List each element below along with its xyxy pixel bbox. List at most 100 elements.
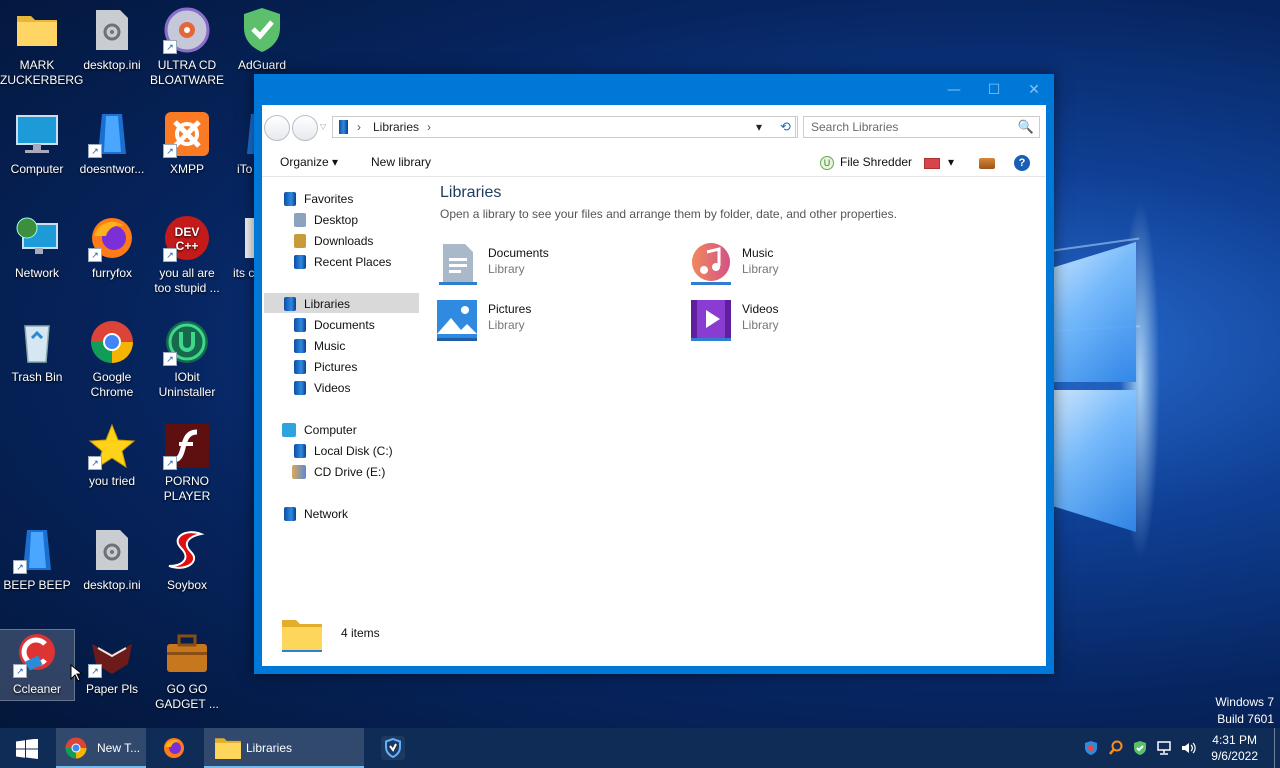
desktop-icon-google-chrome[interactable]: Google Chrome — [75, 318, 149, 400]
desktop-icon-soybox[interactable]: Soybox — [150, 526, 224, 593]
taskbar-chrome[interactable]: New T... — [56, 728, 146, 768]
nav-item-libraries[interactable]: Libraries — [284, 294, 350, 314]
recent-pages-dropdown-icon[interactable]: ▽ — [320, 122, 326, 131]
preview-pane-icon[interactable] — [979, 158, 995, 169]
explorer-window[interactable]: — ☐ ✕ ▽ › Libraries › ▾ ⟲ Search Librari… — [254, 74, 1054, 674]
new-library-button[interactable]: New library — [371, 155, 431, 169]
address-dropdown-icon[interactable]: ▾ — [756, 120, 762, 134]
desktop-icon-beep-beep[interactable]: ↗ BEEP BEEP — [0, 526, 74, 593]
desktop-icon-porno-player[interactable]: ↗ PORNO PLAYER — [150, 422, 224, 504]
tray-search-icon[interactable] — [1108, 728, 1126, 768]
desktop-icon-trash-bin[interactable]: Trash Bin — [0, 318, 74, 385]
desktop-icon-network[interactable]: Network — [0, 214, 74, 281]
taskbar-firefox[interactable] — [152, 728, 198, 768]
desktop-icon-xmpp[interactable]: ↗ XMPP — [150, 110, 224, 177]
desktop-icon-ccleaner[interactable]: ↗ Ccleaner — [0, 629, 75, 701]
show-desktop-button[interactable] — [1274, 728, 1280, 768]
search-icon[interactable]: 🔍 — [1018, 119, 1034, 135]
wallpaper-logo-pane-bottom — [1054, 390, 1136, 532]
title-bar[interactable]: — ☐ ✕ — [254, 74, 1054, 106]
desktop-icon-furryfox[interactable]: ↗ furryfox — [75, 214, 149, 281]
desktop-icon-computer[interactable]: Computer — [0, 110, 74, 177]
forward-button[interactable] — [292, 115, 318, 141]
library-type: Library — [742, 262, 779, 276]
briefcase-icon — [163, 630, 211, 678]
close-button[interactable]: ✕ — [1017, 78, 1051, 102]
tray-volume-icon[interactable] — [1180, 728, 1198, 768]
videos-icon — [689, 298, 733, 342]
desktop-icon-paper-pls[interactable]: ↗ Paper Pls — [75, 630, 149, 697]
pictures-icon — [294, 360, 306, 374]
file-shredder-icon: U — [820, 156, 834, 170]
search-box[interactable]: Search Libraries 🔍 — [803, 116, 1040, 138]
address-root-arrow[interactable]: › — [357, 120, 361, 134]
desktop-icon-label: Trash Bin — [11, 370, 63, 384]
desktop-icon-you-tried[interactable]: ↗ you tried — [75, 422, 149, 489]
nav-item-pictures[interactable]: Pictures — [294, 357, 357, 377]
desktop-icon-desktop-ini-2[interactable]: desktop.ini — [75, 526, 149, 593]
nav-item-downloads[interactable]: Downloads — [294, 231, 373, 251]
desktop-icon-its[interactable]: its c — [225, 214, 255, 281]
nav-item-music[interactable]: Music — [294, 336, 345, 356]
address-bar[interactable]: › Libraries › ▾ — [332, 116, 796, 138]
pictures-icon — [435, 298, 479, 342]
address-row: ▽ › Libraries › ▾ ⟲ Search Libraries 🔍 — [262, 105, 1046, 149]
desktop-icon-label: ULTRA CD BLOATWARE — [150, 58, 225, 87]
start-button[interactable] — [0, 728, 54, 768]
nav-item-documents[interactable]: Documents — [294, 315, 375, 335]
shortcut-arrow-icon: ↗ — [163, 456, 177, 470]
desktop-icon-label: you tried — [88, 474, 136, 488]
desktop-icon-label: doesntwor... — [79, 162, 145, 176]
star-icon: ↗ — [88, 422, 136, 470]
desktop-icon-doesntwork[interactable]: ↗ doesntwor... — [75, 110, 149, 177]
maximize-button[interactable]: ☐ — [977, 78, 1011, 102]
nav-label: Downloads — [314, 234, 374, 248]
desktop-icon-mark-zuckerberg[interactable]: MARK ZUCKERBERG — [0, 6, 83, 88]
desktop-icon-iobit-uninstaller[interactable]: ↗ IObit Uninstaller — [150, 318, 224, 400]
search-input[interactable]: Search Libraries — [811, 120, 898, 134]
svg-text:DEV: DEV — [175, 225, 200, 239]
nav-item-local-disk[interactable]: Local Disk (C:) — [294, 441, 393, 461]
file-shredder-button[interactable]: File Shredder — [840, 155, 912, 169]
organize-button[interactable]: Organize ▾ — [280, 155, 338, 169]
nav-item-cd-drive[interactable]: CD Drive (E:) — [292, 462, 385, 482]
view-options-icon[interactable] — [924, 158, 940, 169]
back-button[interactable] — [264, 115, 290, 141]
refresh-button[interactable]: ⟲ — [774, 116, 798, 138]
taskbar-explorer[interactable]: Libraries — [204, 728, 364, 768]
desktop-icon-adguard[interactable]: AdGuard — [225, 6, 299, 73]
nav-label: Desktop — [314, 213, 359, 227]
taskbar-adguard-vpn[interactable] — [372, 728, 412, 768]
nav-item-computer[interactable]: Computer — [282, 420, 357, 440]
desktop-icon-label: Ccleaner — [12, 682, 62, 696]
watermark-line-1: Windows 7 — [1215, 695, 1274, 709]
help-icon[interactable]: ? — [1014, 155, 1030, 171]
nav-label: Pictures — [314, 360, 358, 374]
tray-security-icon[interactable] — [1083, 728, 1101, 768]
navigation-pane: Favorites Desktop Downloads Recent Place… — [262, 178, 422, 666]
tray-adguard-icon[interactable] — [1132, 728, 1150, 768]
nav-item-network[interactable]: Network — [284, 504, 348, 524]
address-tail-arrow[interactable]: › — [427, 120, 431, 134]
view-dropdown-icon[interactable]: ▾ — [948, 155, 954, 169]
desktop-icon-devcpp[interactable]: DEV C++ ↗ you all are too stupid ... — [150, 214, 224, 296]
desktop-icon-ultra-cd-bloatware[interactable]: ↗ ULTRA CD BLOATWARE — [150, 6, 224, 88]
library-videos[interactable]: Videos Library — [689, 298, 919, 346]
minimize-button[interactable]: — — [937, 78, 971, 102]
address-path-libraries[interactable]: Libraries — [373, 120, 419, 134]
nav-item-desktop[interactable]: Desktop — [294, 210, 358, 230]
desktop-icon-ito[interactable]: iTo — [225, 110, 255, 177]
nav-item-recent-places[interactable]: Recent Places — [294, 252, 391, 272]
star-icon — [284, 192, 296, 206]
desktop-icon-go-go-gadget[interactable]: GO GO GADGET ... — [150, 630, 224, 712]
library-documents[interactable]: Documents Library — [435, 242, 665, 290]
taskbar: New T... Libraries 4:31 PM 9/6/2022 — [0, 728, 1280, 768]
desktop-icon-desktop-ini[interactable]: desktop.ini — [75, 6, 149, 73]
library-pictures[interactable]: Pictures Library — [435, 298, 665, 346]
clock-date: 9/6/2022 — [1211, 749, 1258, 763]
taskbar-clock[interactable]: 4:31 PM 9/6/2022 — [1211, 732, 1258, 764]
nav-item-videos[interactable]: Videos — [294, 378, 350, 398]
library-music[interactable]: Music Library — [689, 242, 919, 290]
nav-item-favorites[interactable]: Favorites — [284, 189, 353, 209]
tray-network-icon[interactable] — [1156, 728, 1174, 768]
